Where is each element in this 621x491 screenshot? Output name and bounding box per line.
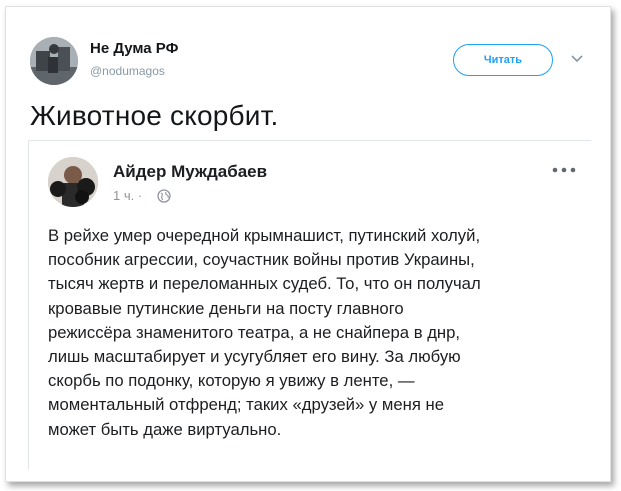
avatar-image <box>30 37 78 85</box>
post-timestamp[interactable]: 1 ч. · <box>113 188 142 203</box>
post-body-line: режиссёра знаменитого театра, а не снайп… <box>48 322 461 342</box>
post-body-line: пособник агрессии, соучастник войны прот… <box>48 250 475 270</box>
post-body-line: тысяч жертв и переломанных судеб. То, чт… <box>48 274 481 294</box>
post-body-line: скорбь по подонку, которую я увижу в лен… <box>48 371 415 391</box>
post-body-line: лишь масштабирует и усугубляет его вину.… <box>48 347 461 367</box>
author-handle[interactable]: @nodumagos <box>90 64 165 78</box>
post-body-line: моментальный отфренд; таких «друзей» у м… <box>48 395 445 415</box>
post-avatar-image <box>48 157 98 207</box>
post-body: В рейхе умер очередной крымнашист, путин… <box>48 224 593 442</box>
post-author-name[interactable]: Айдер Муждабаев <box>113 162 267 182</box>
post-body-line: кровавые путинские деньги на посту главн… <box>48 298 404 318</box>
globe-icon <box>157 189 171 203</box>
tweet-text: Животное скорбит. <box>30 100 279 131</box>
chevron-down-icon[interactable] <box>570 52 584 66</box>
more-options-icon[interactable] <box>551 166 577 174</box>
author-avatar[interactable] <box>30 37 78 85</box>
post-author-avatar[interactable] <box>48 157 98 207</box>
author-name[interactable]: Не Дума РФ <box>90 40 178 57</box>
post-body-line: может быть даже виртуально. <box>48 419 282 439</box>
post-body-line: В рейхе умер очередной крымнашист, путин… <box>48 226 481 245</box>
follow-button[interactable]: Читать <box>453 44 553 76</box>
